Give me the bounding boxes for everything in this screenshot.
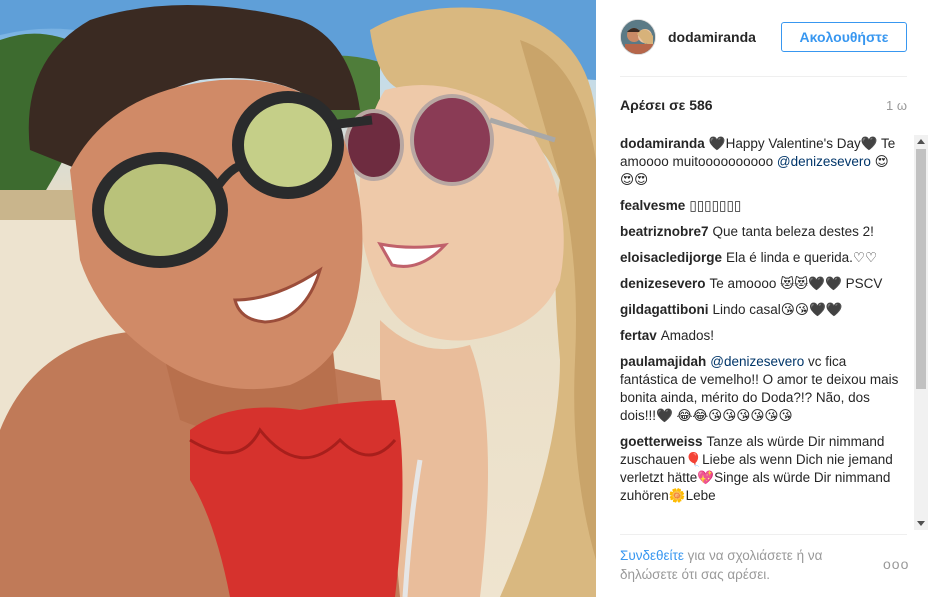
- comment-text: Amados!: [660, 328, 715, 343]
- comments-list[interactable]: dodamiranda 🖤Happy Valentine's Day🖤 Te am…: [620, 135, 900, 530]
- comment-item: gildagattiboni Lindo casal😘😘🖤🖤: [620, 301, 900, 319]
- comment-username[interactable]: dodamiranda: [620, 136, 705, 151]
- comment-username[interactable]: fertav: [620, 328, 657, 343]
- comment-username[interactable]: paulamajidah: [620, 354, 706, 369]
- comments-scrollbar[interactable]: [914, 135, 928, 530]
- follow-button[interactable]: Ακολουθήστε: [781, 22, 907, 52]
- scroll-down-arrow-icon[interactable]: [917, 521, 925, 526]
- divider: [620, 76, 907, 77]
- comment-text: Que tanta beleza destes 2!: [712, 224, 874, 239]
- comment-item: paulamajidah @denizesevero vc fica fantás…: [620, 353, 900, 425]
- comment-username[interactable]: goetterweiss: [620, 434, 703, 449]
- post-details-panel: dodamiranda Ακολουθήστε Αρέσει σε 586 1 …: [596, 0, 931, 597]
- comment-mention-link[interactable]: @denizesevero: [777, 154, 871, 169]
- comment-text: Lindo casal😘😘🖤🖤: [712, 302, 843, 317]
- comment-username[interactable]: beatriznobre7: [620, 224, 709, 239]
- comment-item: beatriznobre7 Que tanta beleza destes 2!: [620, 223, 900, 241]
- post-time[interactable]: 1 ω: [886, 98, 907, 113]
- scroll-thumb[interactable]: [916, 149, 926, 389]
- login-link[interactable]: Συνδεθείτε: [620, 548, 684, 563]
- couple-selfie-image: [0, 0, 596, 597]
- comment-username[interactable]: denizesevero: [620, 276, 706, 291]
- comment-mention-link[interactable]: @denizesevero: [710, 354, 804, 369]
- comment-item: fertav Amados!: [620, 327, 900, 345]
- comment-item: eloisacledijorge Ela é linda e querida.♡♡: [620, 249, 900, 267]
- comment-username[interactable]: gildagattiboni: [620, 302, 709, 317]
- login-prompt: Συνδεθείτε για να σχολιάσετε ή να δηλώσε…: [620, 546, 880, 584]
- comment-item: denizesevero Te amoooo 😻😻🖤🖤 PSCV: [620, 275, 900, 293]
- post-photo[interactable]: [0, 0, 596, 597]
- divider: [620, 534, 907, 535]
- more-options-icon[interactable]: ooo: [883, 556, 909, 572]
- comment-username[interactable]: fealvesme: [620, 198, 685, 213]
- comment-item: fealvesme ▯▯▯▯▯▯▯: [620, 197, 900, 215]
- post-username[interactable]: dodamiranda: [668, 29, 756, 45]
- post-header: dodamiranda Ακολουθήστε: [596, 0, 931, 76]
- comment-text: Ela é linda e querida.♡♡: [726, 250, 878, 265]
- comment-item: dodamiranda 🖤Happy Valentine's Day🖤 Te am…: [620, 135, 900, 189]
- comment-text: ▯▯▯▯▯▯▯: [689, 198, 742, 213]
- scroll-up-arrow-icon[interactable]: [917, 139, 925, 144]
- comment-text: Te amoooo 😻😻🖤🖤 PSCV: [709, 276, 883, 291]
- likes-count[interactable]: Αρέσει σε 586: [620, 97, 713, 113]
- comment-item: goetterweiss Tanze als würde Dir nimmand …: [620, 433, 900, 505]
- avatar[interactable]: [620, 19, 656, 55]
- comment-username[interactable]: eloisacledijorge: [620, 250, 722, 265]
